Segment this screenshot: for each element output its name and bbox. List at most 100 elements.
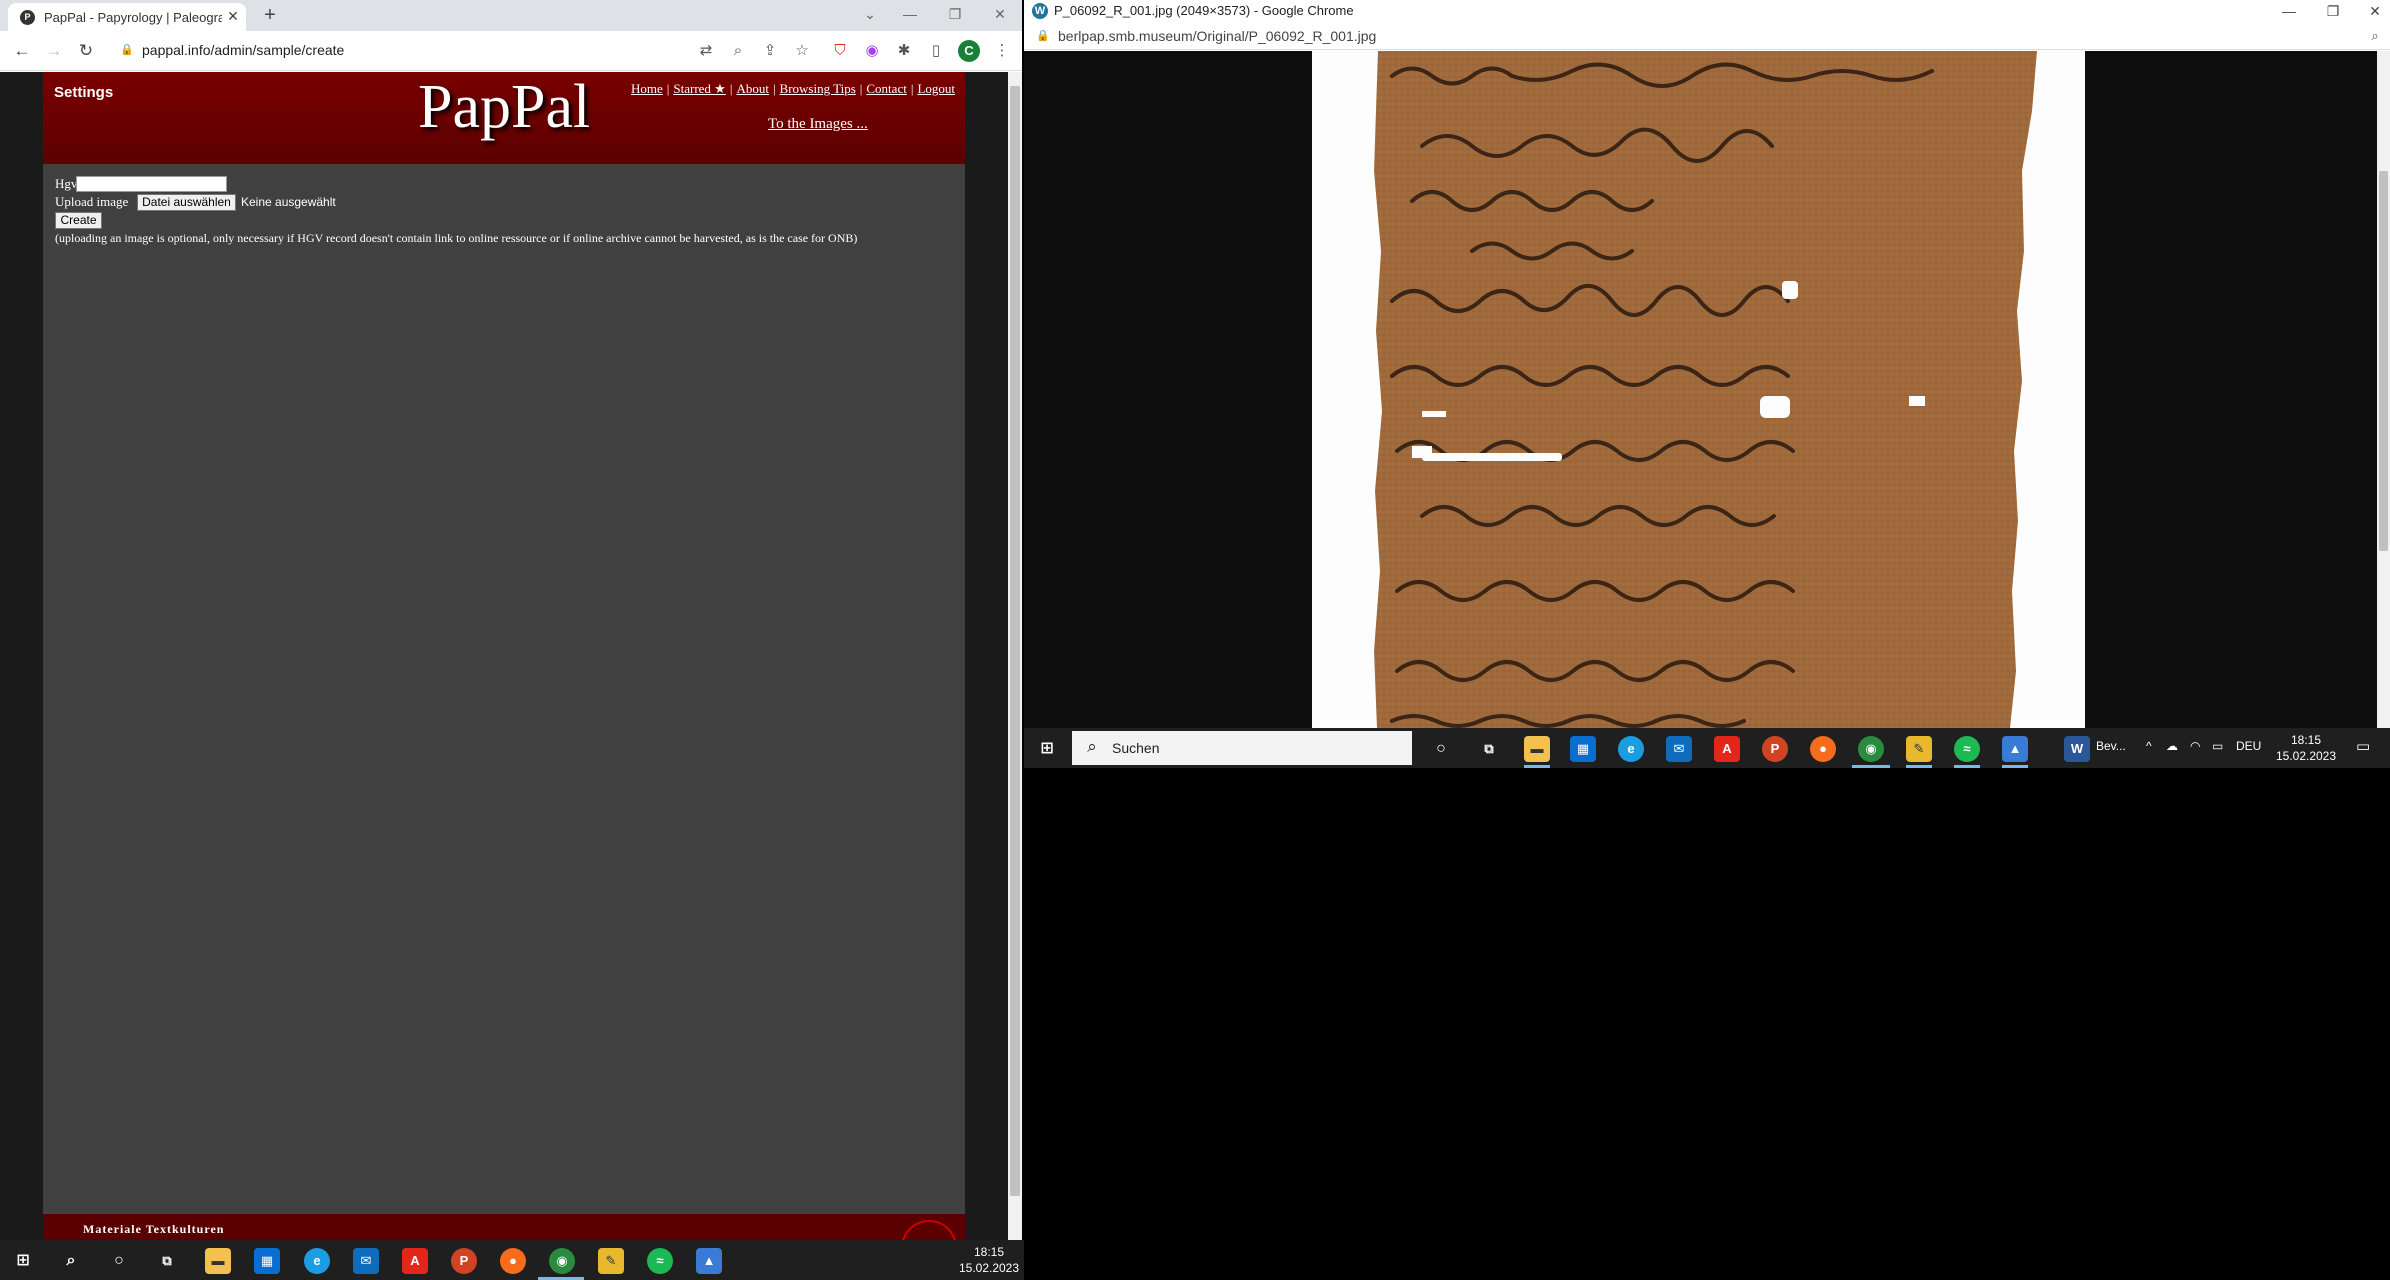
- bookmark-star-icon[interactable]: ☆: [790, 39, 814, 63]
- spotify-icon[interactable]: ≈: [1954, 736, 1980, 762]
- file-status: Keine ausgewählt: [241, 195, 336, 209]
- edge-icon[interactable]: e: [1618, 736, 1644, 762]
- pappal-logo[interactable]: PapPal: [418, 72, 590, 143]
- image-scrollbar-thumb[interactable]: [2379, 171, 2388, 551]
- bottom-search-icon[interactable]: ⌕: [58, 1248, 84, 1274]
- tab-close-icon[interactable]: ✕: [224, 7, 242, 25]
- mail-icon[interactable]: ✉: [1666, 736, 1692, 762]
- nav-browsing-tips[interactable]: Browsing Tips: [780, 81, 856, 96]
- bottom-file-explorer-icon[interactable]: ▬: [205, 1248, 231, 1274]
- photos-active-bar: [2002, 765, 2028, 768]
- extensions-puzzle-icon[interactable]: ✱: [892, 39, 916, 63]
- bottom-powerpoint-icon[interactable]: P: [451, 1248, 477, 1274]
- bottom-clock-time: 18:15: [973, 1245, 1005, 1259]
- image-url[interactable]: berlpap.smb.museum/Original/P_06092_R_00…: [1058, 28, 1376, 44]
- page-scrollbar[interactable]: [1008, 72, 1022, 1240]
- share-icon[interactable]: ⇪: [758, 39, 782, 63]
- tray-battery-icon[interactable]: ▭: [2212, 739, 2223, 753]
- image-viewport: [1024, 51, 2377, 728]
- right-clock-date: 15.02.2023: [2275, 749, 2337, 763]
- extension-circle-icon[interactable]: ◉: [860, 39, 884, 63]
- hgv-row: Hgv: [55, 176, 227, 192]
- bottom-notes-icon[interactable]: ✎: [598, 1248, 624, 1274]
- tray-chevron-icon[interactable]: ^: [2146, 739, 2152, 753]
- right-clock[interactable]: 18:15 15.02.2023: [2266, 732, 2346, 764]
- taskbar-search[interactable]: ⌕ Suchen: [1072, 731, 1412, 765]
- page-scrollbar-thumb[interactable]: [1010, 86, 1020, 1196]
- create-button[interactable]: Create: [55, 212, 102, 229]
- bottom-mail-icon[interactable]: ✉: [353, 1248, 379, 1274]
- bottom-chrome-icon[interactable]: ◉: [549, 1248, 575, 1274]
- nav-contact[interactable]: Contact: [866, 81, 906, 96]
- bottom-start-icon[interactable]: ⊞: [10, 1248, 36, 1274]
- pappal-footer: Materiale Textkulturen: [43, 1214, 965, 1240]
- bottom-firefox-icon[interactable]: ●: [500, 1248, 526, 1274]
- image-close-button[interactable]: ✕: [2360, 0, 2390, 22]
- choose-file-button[interactable]: Datei auswählen: [137, 194, 236, 211]
- nav-home[interactable]: Home: [631, 81, 663, 96]
- hgv-input[interactable]: [76, 176, 227, 192]
- bottom-cortana-icon[interactable]: ○: [106, 1248, 132, 1274]
- notes-active-bar: [1906, 765, 1932, 768]
- image-minimize-button[interactable]: —: [2274, 0, 2304, 22]
- photos-icon[interactable]: ▲: [2002, 736, 2028, 762]
- task-view-icon[interactable]: ⧉: [1476, 736, 1502, 762]
- profile-avatar[interactable]: C: [958, 40, 980, 62]
- browser-toolbar: ← → ↻ 🔒 pappal.info/admin/sample/create …: [0, 31, 1022, 71]
- wordpress-app-icon: W: [1032, 3, 1048, 19]
- image-address-bar: 🔒 berlpap.smb.museum/Original/P_06092_R_…: [1024, 22, 2390, 50]
- bottom-acrobat-icon[interactable]: A: [402, 1248, 428, 1274]
- reload-icon[interactable]: ↻: [74, 39, 98, 63]
- running-app-label[interactable]: Bev...: [2096, 739, 2126, 753]
- powerpoint-icon[interactable]: P: [1762, 736, 1788, 762]
- nav-about[interactable]: About: [736, 81, 769, 96]
- restore-button[interactable]: ❐: [940, 2, 970, 26]
- chrome-icon[interactable]: ◉: [1858, 736, 1884, 762]
- minimize-button[interactable]: —: [895, 2, 925, 26]
- image-scrollbar[interactable]: [2377, 51, 2390, 728]
- page-viewport: Settings PapPal Home | Starred ★ | About | Bro…: [0, 72, 1008, 1240]
- address-bar[interactable]: pappal.info/admin/sample/create: [142, 42, 344, 58]
- to-images-link[interactable]: To the Images ...: [768, 116, 868, 133]
- tray-cloud-icon[interactable]: ☁: [2166, 739, 2178, 753]
- papyrus-image[interactable]: [1312, 51, 2085, 728]
- menu-kebab-icon[interactable]: ⋮: [990, 39, 1014, 63]
- extension-shield-icon[interactable]: ⛉: [828, 39, 852, 63]
- image-lock-icon: 🔒: [1036, 30, 1050, 42]
- back-icon[interactable]: ←: [10, 39, 34, 63]
- notes-icon[interactable]: ✎: [1906, 736, 1932, 762]
- upload-image-label: Upload image: [55, 194, 129, 209]
- image-zoom-icon[interactable]: ⌕: [2366, 27, 2384, 45]
- bottom-photos-icon[interactable]: ▲: [696, 1248, 722, 1274]
- file-explorer-icon[interactable]: ▬: [1524, 736, 1550, 762]
- tray-language[interactable]: DEU: [2236, 739, 2261, 753]
- bottom-clock[interactable]: 18:15 15.02.2023: [958, 1244, 1020, 1276]
- start-windows-icon[interactable]: ⊞: [1034, 736, 1060, 762]
- chrome-active-bar: [1852, 765, 1890, 768]
- tab-search-icon[interactable]: ⌄: [855, 2, 885, 26]
- close-window-button[interactable]: ✕: [985, 2, 1015, 26]
- bottom-store-icon[interactable]: ▦: [254, 1248, 280, 1274]
- settings-link[interactable]: Settings: [54, 84, 113, 101]
- tab-pappal[interactable]: P PapPal - Papyrology | Paleograph ✕: [8, 3, 246, 31]
- zoom-icon[interactable]: ⌕: [726, 39, 750, 63]
- acrobat-icon[interactable]: A: [1714, 736, 1740, 762]
- store-icon[interactable]: ▦: [1570, 736, 1596, 762]
- forward-icon[interactable]: →: [42, 39, 66, 63]
- pappal-browser-window: P PapPal - Papyrology | Paleograph ✕ + ⌄…: [0, 0, 1022, 1240]
- new-tab-button[interactable]: +: [258, 3, 282, 27]
- side-panel-icon[interactable]: ▯: [924, 39, 948, 63]
- bottom-task-view-icon[interactable]: ⧉: [154, 1248, 180, 1274]
- nav-starred[interactable]: Starred ★: [673, 81, 725, 96]
- image-restore-button[interactable]: ❐: [2318, 0, 2348, 22]
- firefox-icon[interactable]: ●: [1810, 736, 1836, 762]
- tray-network-icon[interactable]: ◠: [2190, 739, 2200, 753]
- bottom-edge-icon[interactable]: e: [304, 1248, 330, 1274]
- upload-hint: (uploading an image is optional, only ne…: [55, 231, 858, 245]
- word-doc-icon[interactable]: W: [2064, 736, 2090, 762]
- bottom-spotify-icon[interactable]: ≈: [647, 1248, 673, 1274]
- notifications-icon[interactable]: ▭: [2356, 737, 2370, 755]
- nav-logout[interactable]: Logout: [917, 81, 955, 96]
- translate-icon[interactable]: ⇄: [694, 39, 718, 63]
- cortana-icon[interactable]: ○: [1428, 736, 1454, 762]
